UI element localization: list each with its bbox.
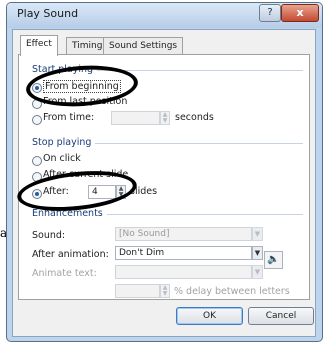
help-button[interactable]: ? bbox=[259, 4, 281, 22]
enhancements-divider bbox=[92, 214, 303, 215]
spin-down-icon: ▼ bbox=[162, 290, 168, 297]
cancel-button[interactable]: Cancel bbox=[248, 307, 314, 325]
from-time-radio[interactable] bbox=[32, 115, 42, 125]
tab-effect[interactable]: Effect bbox=[20, 35, 58, 56]
after-animation-label: After animation: bbox=[32, 249, 109, 260]
spin-down-icon: ▼ bbox=[162, 117, 168, 124]
speaker-icon[interactable]: 🔈 bbox=[264, 251, 283, 269]
delay-between-letters-label: % delay between letters bbox=[174, 286, 290, 297]
animate-text-label: Animate text: bbox=[32, 268, 97, 279]
stop-playing-divider bbox=[90, 143, 303, 144]
sound-dropdown-chevron-down-icon[interactable]: ▼ bbox=[252, 227, 263, 241]
delay-input[interactable] bbox=[115, 284, 160, 298]
seconds-label: seconds bbox=[175, 112, 214, 123]
sound-dropdown[interactable]: [No Sound] bbox=[115, 227, 252, 241]
from-time-input[interactable] bbox=[111, 111, 160, 125]
after-animation-dropdown[interactable]: Don't Dim bbox=[115, 246, 252, 260]
ok-button[interactable]: OK bbox=[176, 307, 243, 325]
stop-playing-group-label: Stop playing bbox=[32, 137, 96, 148]
animate-text-chevron-down-icon[interactable]: ▼ bbox=[252, 265, 263, 279]
animate-text-dropdown[interactable] bbox=[115, 265, 252, 279]
sound-label: Sound: bbox=[32, 230, 66, 241]
tab-sound-settings[interactable]: Sound Settings bbox=[103, 37, 184, 55]
delay-spinner[interactable]: ▲ ▼ bbox=[160, 284, 170, 298]
close-button[interactable]: x bbox=[281, 4, 319, 22]
dialog-title: Play Sound bbox=[17, 7, 79, 20]
on-click-radio[interactable] bbox=[32, 156, 42, 166]
from-time-label[interactable]: From time: bbox=[43, 112, 94, 123]
after-animation-chevron-down-icon[interactable]: ▼ bbox=[252, 246, 263, 260]
on-click-label[interactable]: On click bbox=[43, 153, 81, 164]
from-time-spinner[interactable]: ▲ ▼ bbox=[160, 111, 170, 125]
